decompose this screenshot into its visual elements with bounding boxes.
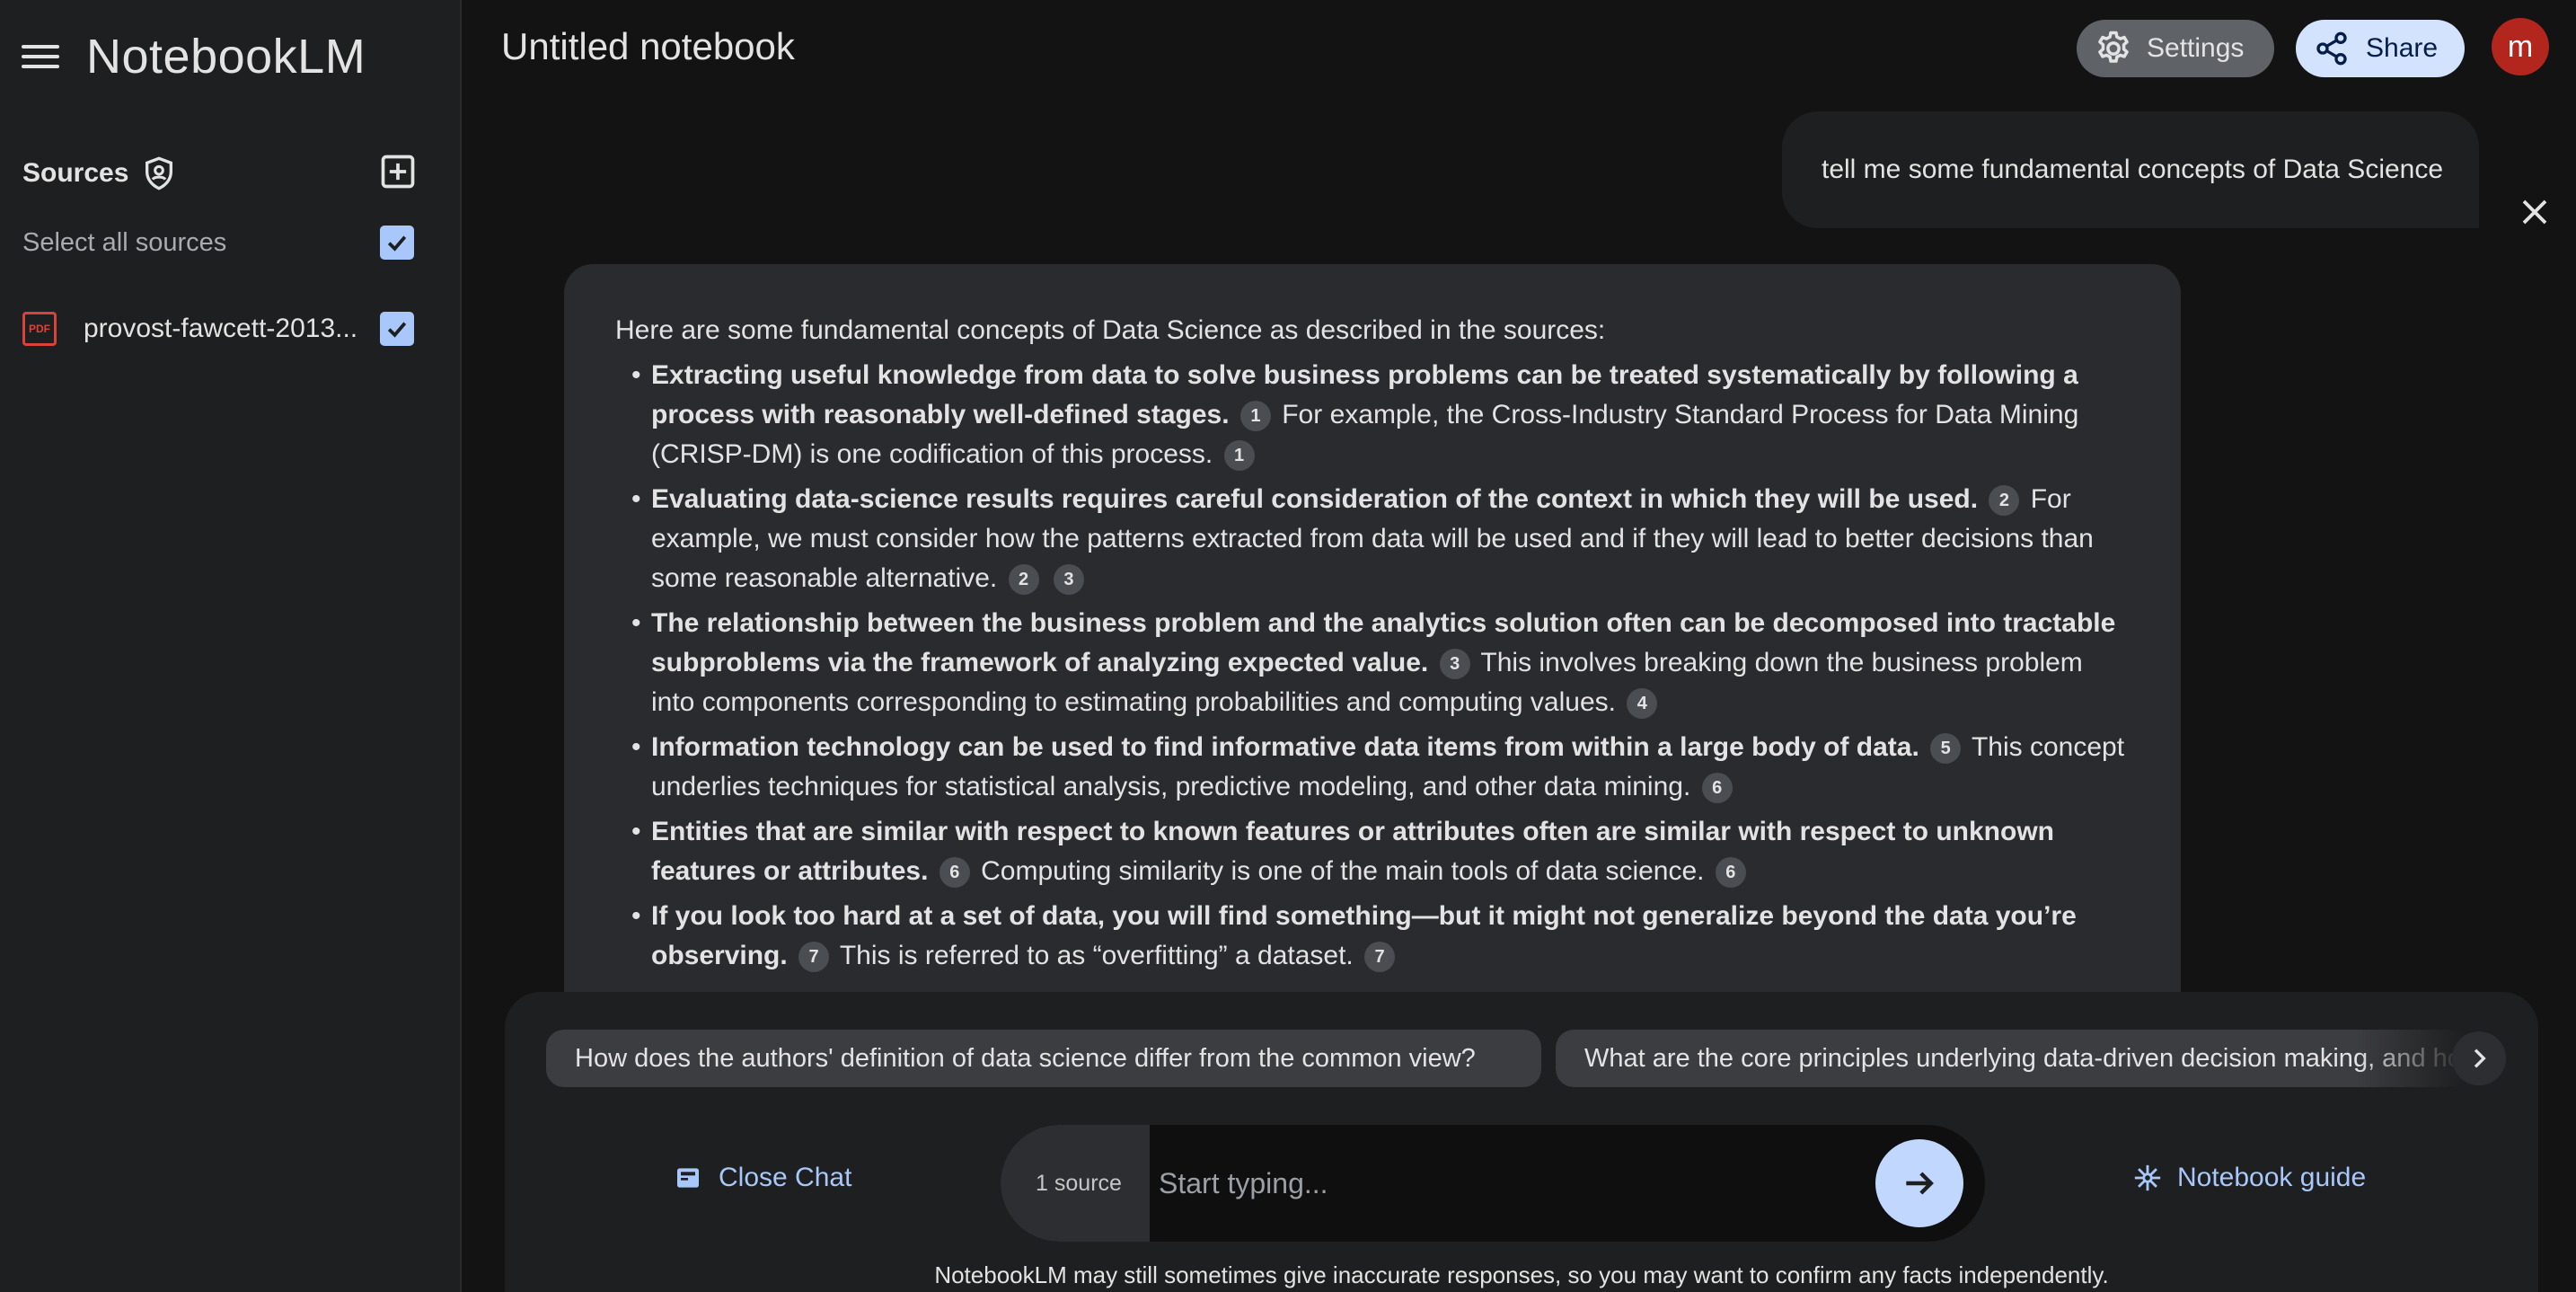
- check-icon: [387, 322, 407, 338]
- settings-label: Settings: [2147, 33, 2245, 63]
- select-all-label: Select all sources: [22, 227, 227, 257]
- share-label: Share: [2366, 33, 2439, 63]
- notebook-guide-label: Notebook guide: [2177, 1163, 2367, 1192]
- send-button[interactable]: [1875, 1139, 1963, 1227]
- answer-item-heading: Evaluating data-science results requires…: [651, 484, 1979, 514]
- answer-list-item: Evaluating data-science results requires…: [615, 480, 2129, 598]
- answer-list-item: Information technology can be used to fi…: [615, 728, 2129, 807]
- citation-badge[interactable]: 4: [1627, 688, 1658, 719]
- source-item[interactable]: PDF provost-fawcett-2013...: [22, 304, 418, 354]
- sources-header: Sources: [22, 148, 418, 199]
- answer-card: Here are some fundamental concepts of Da…: [564, 264, 2181, 1001]
- sparkle-icon: [2134, 1164, 2161, 1191]
- close-chat-label: Close Chat: [719, 1163, 852, 1192]
- answer-list-item: If you look too hard at a set of data, y…: [615, 897, 2129, 976]
- answer-list-item: Entities that are similar with respect t…: [615, 812, 2129, 891]
- citation-badge[interactable]: 7: [1364, 942, 1396, 972]
- citation-badge[interactable]: 1: [1223, 440, 1255, 471]
- citation-badge[interactable]: 2: [1008, 564, 1039, 595]
- disclaimer: NotebookLM may still sometimes give inac…: [934, 1261, 2109, 1288]
- notebook-guide-button[interactable]: Notebook guide: [2132, 1163, 2366, 1193]
- citation-badge[interactable]: 3: [1053, 564, 1084, 595]
- pdf-icon: PDF: [22, 312, 57, 346]
- share-icon: [2316, 31, 2347, 66]
- gear-icon: [2098, 31, 2129, 63]
- answer-item-heading: Information technology can be used to fi…: [651, 732, 1919, 762]
- citation-badge[interactable]: 7: [798, 942, 830, 972]
- shield-icon[interactable]: [141, 154, 177, 193]
- add-source-icon[interactable]: [378, 152, 418, 191]
- sources-title: Sources: [22, 158, 129, 188]
- answer-list-item: The relationship between the business pr…: [615, 604, 2129, 722]
- notebook-title[interactable]: Untitled notebook: [501, 25, 795, 68]
- user-message: tell me some fundamental concepts of Dat…: [1782, 111, 2479, 228]
- next-suggestions-button[interactable]: [2452, 1031, 2506, 1085]
- answer-list-item: Extracting useful knowledge from data to…: [615, 356, 2129, 474]
- chat-input[interactable]: [1159, 1152, 1859, 1215]
- source-checkbox[interactable]: [380, 312, 414, 346]
- check-icon: [387, 235, 407, 252]
- answer-list: Extracting useful knowledge from data to…: [615, 356, 2129, 976]
- app-name: NotebookLM: [86, 30, 366, 84]
- citation-badge[interactable]: 3: [1439, 649, 1470, 679]
- citation-badge[interactable]: 2: [1989, 485, 2020, 516]
- suggestion-chip[interactable]: What are the core principles underlying …: [1556, 1030, 2466, 1087]
- citation-badge[interactable]: 6: [1701, 773, 1733, 803]
- bottom-panel: How does the authors' definition of data…: [505, 992, 2538, 1292]
- settings-button[interactable]: Settings: [2077, 20, 2274, 77]
- citation-badge[interactable]: 6: [1715, 857, 1746, 888]
- close-icon[interactable]: [2519, 196, 2551, 228]
- share-button[interactable]: Share: [2296, 20, 2465, 77]
- citation-badge[interactable]: 1: [1239, 401, 1271, 431]
- source-name[interactable]: provost-fawcett-2013...: [84, 314, 362, 344]
- chevron-right-icon: [2474, 1049, 2486, 1068]
- answer-item-text: This is referred to as “overfitting” a d…: [839, 941, 1354, 970]
- sidebar: NotebookLM Sources Select all sources PD…: [0, 0, 462, 1292]
- composer: 1 source: [1001, 1125, 1985, 1242]
- chat-panel-icon: [677, 1168, 699, 1188]
- close-chat-button[interactable]: Close Chat: [674, 1163, 851, 1193]
- answer-item-text: Computing similarity is one of the main …: [981, 856, 1705, 886]
- hamburger-menu-icon[interactable]: [22, 41, 59, 72]
- select-all-checkbox[interactable]: [380, 226, 414, 260]
- brand: NotebookLM: [22, 25, 366, 88]
- answer-intro: Here are some fundamental concepts of Da…: [615, 315, 1606, 345]
- suggestion-chip[interactable]: How does the authors' definition of data…: [546, 1030, 1541, 1087]
- citation-badge[interactable]: 5: [1930, 733, 1962, 764]
- select-all-row[interactable]: Select all sources: [22, 219, 418, 266]
- app-root: NotebookLM Sources Select all sources PD…: [0, 0, 2576, 1292]
- avatar[interactable]: m: [2492, 18, 2549, 75]
- arrow-right-icon: [1906, 1172, 1934, 1195]
- citation-badge[interactable]: 6: [939, 857, 970, 888]
- source-count[interactable]: 1 source: [1001, 1125, 1150, 1242]
